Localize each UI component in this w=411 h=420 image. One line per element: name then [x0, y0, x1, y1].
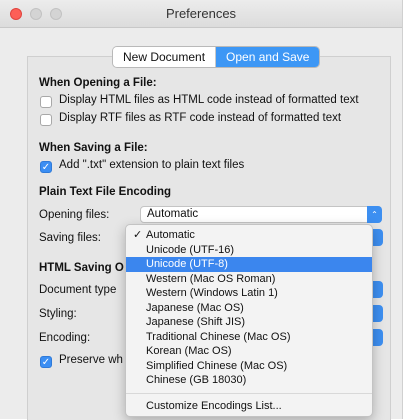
tab-open-and-save[interactable]: Open and Save [216, 47, 320, 67]
menu-separator [126, 393, 372, 394]
menu-item-utf8[interactable]: Unicode (UTF-8) [126, 257, 372, 272]
html-code-checkbox[interactable] [40, 96, 52, 108]
menu-item-shift-jis[interactable]: Japanese (Shift JIS) [126, 315, 372, 330]
saving-files-label: Saving files: [39, 232, 102, 244]
preferences-window: Preferences New Document Open and Save W… [0, 0, 403, 420]
menu-item-korean[interactable]: Korean (Mac OS) [126, 344, 372, 359]
opening-files-popup[interactable]: Automatic ⌃ [140, 206, 382, 223]
title-bar: Preferences [0, 0, 402, 28]
tab-segmented-control: New Document Open and Save [113, 47, 320, 67]
document-type-label: Document type [39, 284, 117, 296]
html-saving-heading: HTML Saving O [39, 262, 124, 274]
menu-item-simp-chinese[interactable]: Simplified Chinese (Mac OS) [126, 359, 372, 374]
saving-files-menu: ✓ Automatic Unicode (UTF-16) Unicode (UTF… [125, 224, 373, 417]
popup-chevron-icon: ⌃ [367, 206, 382, 223]
menu-item-customize[interactable]: Customize Encodings List... [126, 399, 372, 414]
preserve-whitespace-label: Preserve wh [59, 354, 123, 366]
saving-files-popup-edge[interactable] [373, 229, 383, 246]
menu-item-gb18030[interactable]: Chinese (GB 18030) [126, 373, 372, 388]
menu-item-windows-latin1[interactable]: Western (Windows Latin 1) [126, 286, 372, 301]
styling-popup-edge[interactable] [373, 305, 383, 322]
checkmark-icon: ✓ [133, 229, 143, 241]
encoding-popup-edge[interactable] [373, 329, 383, 346]
saving-heading: When Saving a File: [39, 142, 148, 154]
document-type-popup-edge[interactable] [373, 281, 383, 298]
menu-item-automatic[interactable]: ✓ Automatic [126, 228, 372, 243]
opening-heading: When Opening a File: [39, 77, 157, 89]
rtf-code-checkbox[interactable] [40, 114, 52, 126]
encoding-label: Encoding: [39, 332, 91, 344]
window-title: Preferences [165, 6, 237, 21]
opening-files-value: Automatic [147, 208, 199, 220]
styling-label: Styling: [39, 308, 77, 320]
encoding-heading: Plain Text File Encoding [39, 186, 172, 198]
menu-item-trad-chinese[interactable]: Traditional Chinese (Mac OS) [126, 330, 372, 345]
preserve-whitespace-checkbox[interactable]: ✓ [40, 356, 52, 368]
menu-item-utf16[interactable]: Unicode (UTF-16) [126, 243, 372, 258]
html-code-label: Display HTML files as HTML code instead … [59, 94, 359, 106]
tab-new-document[interactable]: New Document [113, 47, 217, 67]
rtf-code-label: Display RTF files as RTF code instead of… [59, 112, 342, 124]
txt-extension-label: Add ".txt" extension to plain text files [59, 159, 245, 171]
menu-item-japanese-mac[interactable]: Japanese (Mac OS) [126, 301, 372, 316]
txt-extension-checkbox[interactable]: ✓ [40, 161, 52, 173]
opening-files-label: Opening files: [39, 209, 110, 221]
menu-item-mac-roman[interactable]: Western (Mac OS Roman) [126, 272, 372, 287]
